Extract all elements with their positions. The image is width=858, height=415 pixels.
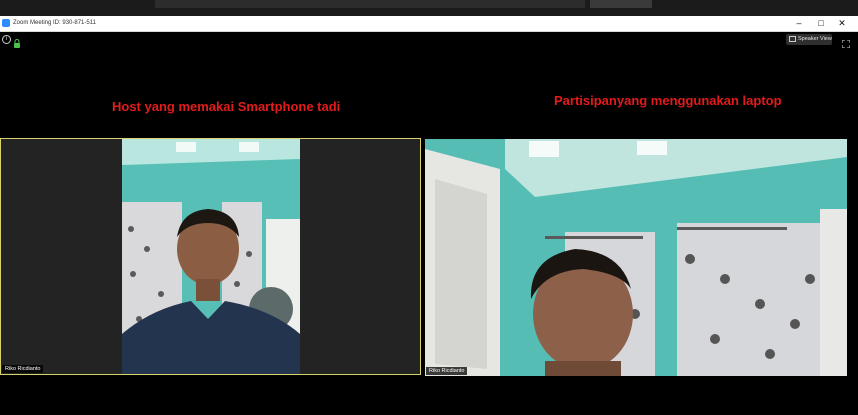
speaker-view-icon <box>789 35 796 42</box>
video-tile-host[interactable]: Riko Ricdianto <box>0 138 421 375</box>
meeting-toolbar: i Speaker View <box>0 32 858 49</box>
window-title: Zoom Meeting ID: 930-871-511 <box>13 20 96 26</box>
maximize-button[interactable]: □ <box>813 16 829 31</box>
zoom-app-icon <box>2 19 10 27</box>
annotation-host: Host yang memakai Smartphone tadi <box>112 99 341 114</box>
browser-top-strip <box>0 0 858 16</box>
video-tile-participant[interactable]: Riko Ricdianto <box>425 139 847 376</box>
lock-icon[interactable] <box>13 35 22 48</box>
address-bar[interactable] <box>155 0 585 8</box>
minimize-button[interactable]: – <box>791 16 807 31</box>
speaker-view-button[interactable]: Speaker View <box>786 34 832 45</box>
annotation-participant: Partisipanyang menggunakan laptop <box>554 93 782 108</box>
host-video-feed <box>1 139 420 374</box>
info-icon[interactable]: i <box>2 35 11 44</box>
speaker-view-label: Speaker View <box>798 36 832 42</box>
participant-name-label: Riko Ricdianto <box>2 365 44 373</box>
fullscreen-icon[interactable] <box>841 35 851 49</box>
close-button[interactable]: ✕ <box>834 16 850 31</box>
participant-video-feed <box>425 139 847 376</box>
window-titlebar: Zoom Meeting ID: 930-871-511 – □ ✕ <box>0 16 858 32</box>
participant-name-label: Riko Ricdianto <box>426 367 468 375</box>
tab-control[interactable] <box>590 0 652 8</box>
